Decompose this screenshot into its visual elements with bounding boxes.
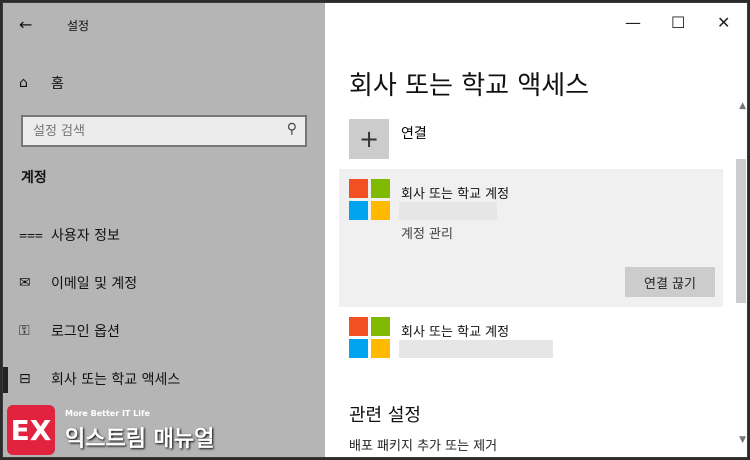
microsoft-logo-icon xyxy=(349,179,391,221)
account-title: 회사 또는 학교 계정 xyxy=(401,325,510,340)
home-icon: ⌂ xyxy=(19,75,28,91)
logo-square xyxy=(371,339,390,358)
back-arrow-icon[interactable]: ← xyxy=(19,15,32,34)
sidebar-item-label: 회사 또는 학교 액세스 xyxy=(51,372,181,388)
mail-icon: ✉ xyxy=(19,275,31,291)
logo-square xyxy=(349,179,368,198)
scroll-down-icon[interactable]: ▼ xyxy=(739,435,746,445)
disconnect-button[interactable]: 연결 끊기 xyxy=(625,267,715,297)
sidebar-item-label: 홈 xyxy=(51,76,64,92)
watermark-logo: EX xyxy=(7,405,55,455)
sidebar: ← 설정 ⌂ 홈 ⚲ 계정 ⩶ 사용자 정보 ✉ 이메일 및 계정 ⚿ 로그인 … xyxy=(3,3,325,457)
sidebar-item-label: 이메일 및 계정 xyxy=(51,276,138,292)
logo-square xyxy=(349,317,368,336)
add-connection-button[interactable]: + xyxy=(349,119,389,159)
logo-square xyxy=(349,339,368,358)
maximize-icon[interactable]: ☐ xyxy=(671,13,685,32)
scroll-up-icon[interactable]: ▲ xyxy=(739,101,746,111)
section-title: 계정 xyxy=(21,170,47,186)
logo-square xyxy=(371,317,390,336)
redacted-email xyxy=(399,340,553,358)
connect-label[interactable]: 연결 xyxy=(401,123,427,143)
microsoft-logo-icon xyxy=(349,317,391,359)
scrollbar-thumb[interactable] xyxy=(736,159,746,303)
sidebar-item-label: 사용자 정보 xyxy=(51,228,120,244)
redacted-email xyxy=(399,202,497,220)
close-icon[interactable]: ✕ xyxy=(717,13,730,32)
person-info-icon: ⩶ xyxy=(19,227,43,243)
account-title: 회사 또는 학교 계정 xyxy=(401,187,510,202)
related-settings-heading: 관련 설정 xyxy=(349,405,421,426)
related-settings-link[interactable]: 배포 패키지 추가 또는 제거 xyxy=(349,435,497,454)
watermark-name: 익스트림 매뉴얼 xyxy=(65,427,215,452)
search-input[interactable] xyxy=(23,117,263,145)
sidebar-item-user-info[interactable]: ⩶ 사용자 정보 xyxy=(19,225,120,245)
sidebar-item-work-school-access[interactable]: ⊟ 회사 또는 학교 액세스 xyxy=(19,369,180,389)
sidebar-item-sign-in-options[interactable]: ⚿ 로그인 옵션 xyxy=(19,321,120,341)
briefcase-icon: ⊟ xyxy=(19,371,31,387)
manage-account-link[interactable]: 계정 관리 xyxy=(401,223,453,242)
logo-square xyxy=(349,201,368,220)
search-box[interactable]: ⚲ xyxy=(21,115,307,147)
titlebar-left: ← 설정 xyxy=(3,3,325,47)
main-content: — ☐ ✕ 회사 또는 학교 액세스 + 연결 회사 또는 학교 계정 계정 관… xyxy=(325,3,747,457)
sidebar-item-label: 로그인 옵션 xyxy=(51,324,120,340)
page-title: 회사 또는 학교 액세스 xyxy=(349,71,590,101)
plus-icon: + xyxy=(358,125,380,153)
sidebar-item-email-accounts[interactable]: ✉ 이메일 및 계정 xyxy=(19,273,137,293)
active-indicator xyxy=(3,367,8,393)
search-icon[interactable]: ⚲ xyxy=(287,121,297,137)
watermark: EX More Better IT Life 익스트림 매뉴얼 xyxy=(7,403,237,457)
logo-square xyxy=(371,201,390,220)
minimize-icon[interactable]: — xyxy=(625,13,641,32)
logo-square xyxy=(371,179,390,198)
sidebar-item-home[interactable]: ⌂ 홈 xyxy=(19,73,64,93)
app-title: 설정 xyxy=(67,19,90,33)
watermark-tagline: More Better IT Life xyxy=(65,409,150,418)
settings-window: ← 설정 ⌂ 홈 ⚲ 계정 ⩶ 사용자 정보 ✉ 이메일 및 계정 ⚿ 로그인 … xyxy=(2,2,748,458)
key-icon: ⚿ xyxy=(19,323,30,339)
